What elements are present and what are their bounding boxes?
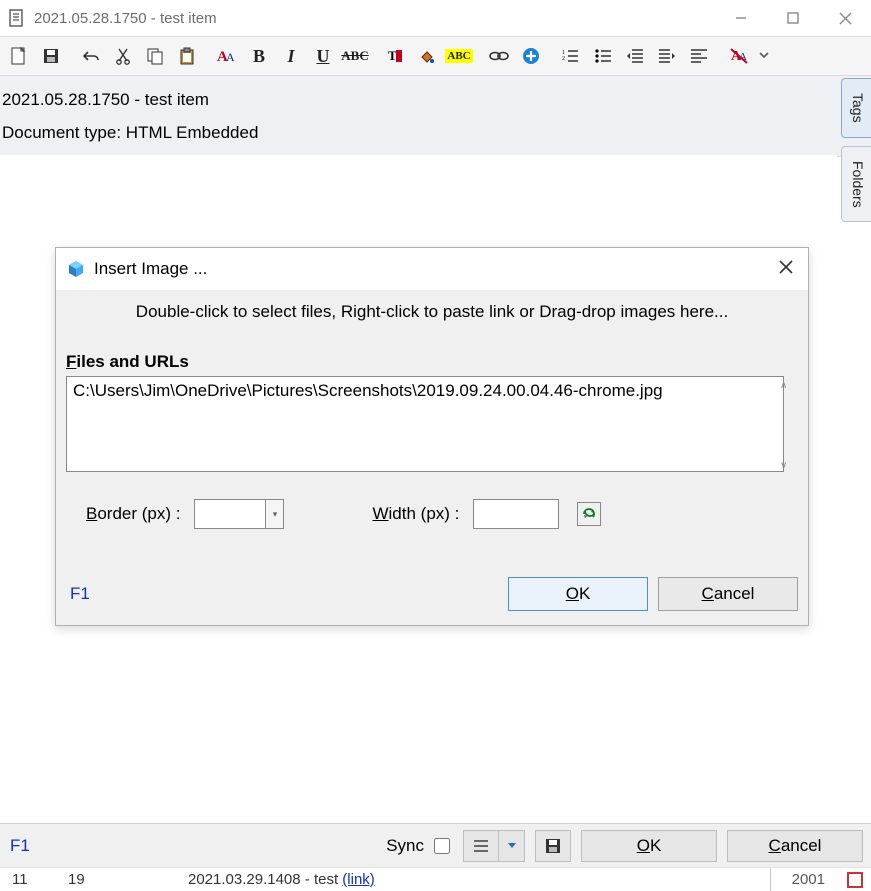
indent-button[interactable] [652,41,682,71]
footer-ok-button[interactable]: OK [581,830,717,862]
window-title: 2021.05.28.1750 - test item [34,10,715,27]
dialog-close-button[interactable] [774,260,798,279]
dialog-ok-button[interactable]: OK [508,577,648,611]
highlight-button[interactable]: ABC [444,41,474,71]
outdent-button[interactable] [620,41,650,71]
dialog-f1-help-link[interactable]: F1 [66,584,498,604]
footer-save-button[interactable] [535,830,571,862]
app-cube-icon [66,259,86,279]
svg-text:A: A [226,50,235,64]
link-button[interactable] [484,41,514,71]
insert-image-dialog: Insert Image ... Double-click to select … [55,247,809,626]
side-tabs: Tags Folders [841,78,871,222]
copy-button[interactable] [140,41,170,71]
document-type-label: Document type: [2,123,121,142]
dialog-titlebar: Insert Image ... [56,248,808,290]
border-input[interactable] [195,500,265,528]
peek-col-1: 11 [8,871,68,888]
font-button[interactable]: AA [212,41,242,71]
grid-peek-row: 11 19 2021.03.29.1408 - test (link) 2001 [0,867,871,891]
document-info-strip: 2021.05.28.1750 - test item Document typ… [0,76,871,157]
toolbar-overflow-button[interactable] [756,41,772,71]
maximize-button[interactable] [767,0,819,36]
dialog-cancel-button[interactable]: Cancel [658,577,798,611]
underline-button[interactable]: U [308,41,338,71]
italic-button[interactable]: I [276,41,306,71]
bold-button[interactable]: B [244,41,274,71]
refresh-size-button[interactable] [577,502,601,526]
peek-sep [770,868,786,891]
view-list-button[interactable] [463,830,499,862]
footer-bar: F1 Sync OK Cancel [0,823,871,867]
tab-tags[interactable]: Tags [841,78,871,138]
border-combo[interactable]: ▾ [194,499,284,529]
close-button[interactable] [819,0,871,36]
width-label: Width (px) : [372,504,459,524]
remove-format-button[interactable]: AA [724,41,754,71]
dialog-title: Insert Image ... [94,259,774,279]
footer-f1-help-link[interactable]: F1 [8,836,30,856]
fill-color-button[interactable] [412,41,442,71]
peek-link[interactable]: (link) [342,871,375,888]
document-type-row: Document type: HTML Embedded [2,119,867,146]
border-label: Border (px) : [86,504,180,524]
window-titlebar: 2021.05.28.1750 - test item [0,0,871,36]
add-button[interactable] [516,41,546,71]
peek-col-3: 2021.03.29.1408 - test (link) [188,871,764,888]
sync-checkbox[interactable] [434,838,450,854]
textarea-scrollbar[interactable]: ∧ ∨ [780,380,796,471]
save-button[interactable] [36,41,66,71]
bullet-list-button[interactable] [588,41,618,71]
text-color-button[interactable]: T [380,41,410,71]
document-title-text: 2021.05.28.1750 - test item [2,86,867,113]
svg-text:2: 2 [562,56,565,62]
scroll-up-icon[interactable]: ∧ [780,380,796,391]
paste-button[interactable] [172,41,202,71]
footer-cancel-button[interactable]: Cancel [727,830,863,862]
main-toolbar: AA B I U ABC T ABC 12 AA [0,36,871,76]
align-button[interactable] [684,41,714,71]
width-input[interactable] [473,499,559,529]
numbered-list-button[interactable]: 12 [556,41,586,71]
svg-text:T: T [388,48,397,63]
view-list-dropdown[interactable] [499,830,525,862]
sync-label: Sync [386,836,424,856]
new-button[interactable] [4,41,34,71]
document-type-value: HTML Embedded [126,123,259,142]
peek-marker-icon [847,872,863,888]
tab-folders[interactable]: Folders [841,146,871,223]
sync-control: Sync [386,835,453,857]
files-urls-input[interactable] [66,376,784,472]
border-dropdown-button[interactable]: ▾ [265,500,283,528]
document-icon [8,8,26,28]
undo-button[interactable] [76,41,106,71]
scroll-down-icon[interactable]: ∨ [780,460,796,471]
peek-col-2: 19 [68,871,188,888]
cut-button[interactable] [108,41,138,71]
strike-button[interactable]: ABC [340,41,370,71]
minimize-button[interactable] [715,0,767,36]
files-urls-label: Files and URLs [66,352,798,372]
peek-year: 2001 [792,871,825,888]
dialog-hint-text: Double-click to select files, Right-clic… [56,290,808,352]
